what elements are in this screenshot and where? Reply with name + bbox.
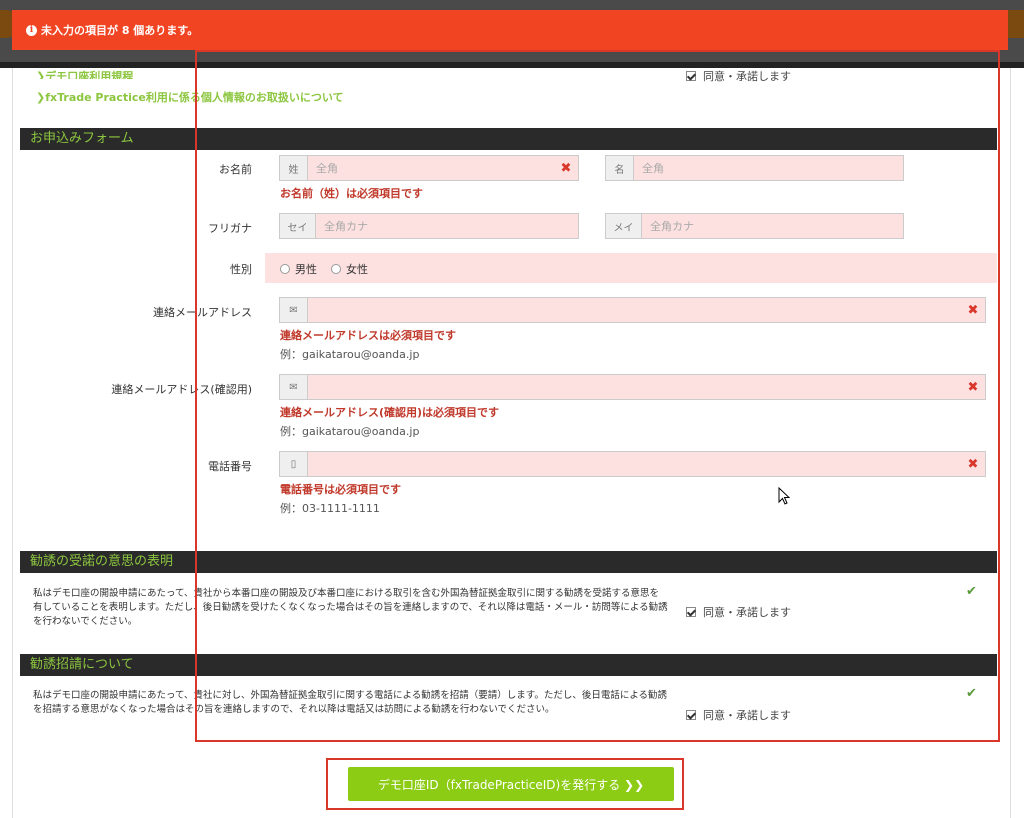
submit-button[interactable]: デモ口座ID（fxTradePracticeID)を発行する ❯❯ <box>348 767 674 801</box>
highlight-box-form <box>195 50 1000 742</box>
validation-alert: i 未入力の項目が 8 個あります。 <box>12 10 1008 50</box>
terms-link-label: デモ口座利用規程 <box>45 70 134 79</box>
info-icon: i <box>26 24 37 36</box>
content-border-left <box>12 68 13 818</box>
chevron-right-icon: ❯ <box>36 70 46 79</box>
chevron-right-icon: ❯ <box>36 91 46 104</box>
terms-link[interactable]: ❯デモ口座利用規程 <box>36 68 133 79</box>
content-border-right <box>1010 68 1011 818</box>
alert-text: 未入力の項目が 8 個あります。 <box>41 24 199 37</box>
